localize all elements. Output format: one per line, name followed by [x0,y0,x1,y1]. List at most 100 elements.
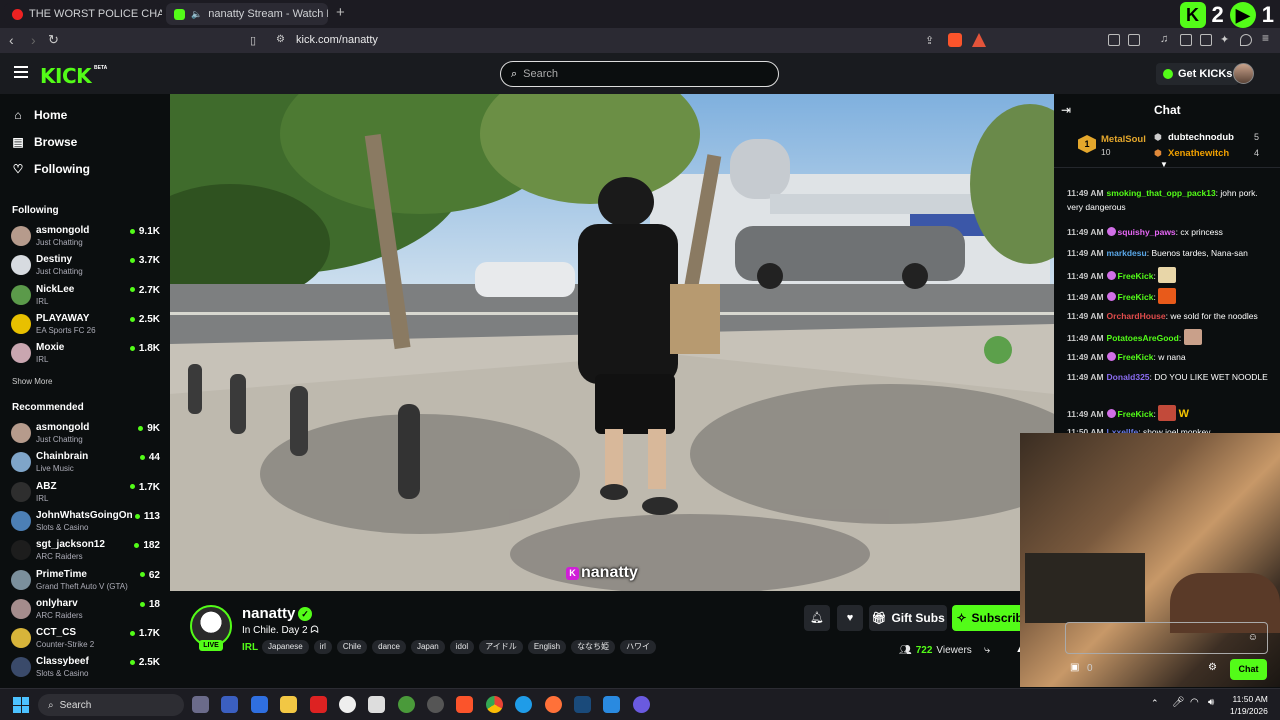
sidebar-channel[interactable]: PrimeTime Grand Theft Auto V (GTA) 62 [10,567,160,594]
gifter-name[interactable]: Xenathewitch [1168,148,1229,159]
hamburger-menu-icon[interactable] [14,66,28,78]
back-icon[interactable]: ‹ [9,32,14,48]
stream-tag[interactable]: dance [372,640,406,654]
discord-icon[interactable] [633,696,650,713]
app-icon[interactable] [251,696,268,713]
chat-message-input[interactable]: ☺ [1065,622,1268,654]
message-username[interactable]: markdesu [1107,248,1147,258]
kick-logo[interactable]: KICK [40,64,92,88]
collapse-chat-icon[interactable]: ⇥ [1061,103,1071,117]
taskbar-search[interactable]: ⌕ Search [38,694,184,716]
bookmark-icon[interactable]: ▯ [250,34,256,47]
search-input[interactable]: ⌕ Search [500,61,779,87]
app-icon[interactable] [574,696,591,713]
app-icon[interactable] [221,696,238,713]
windows-start-icon[interactable] [13,697,29,713]
chrome-icon[interactable] [486,696,503,713]
streamer-name[interactable]: nanatty [242,605,295,622]
app-icon[interactable] [398,696,415,713]
stream-tag[interactable]: English [527,640,567,654]
extensions-icon[interactable] [1108,34,1120,46]
video-player[interactable]: K nanatty [170,94,1054,591]
sidebar-channel[interactable]: asmongold Just Chatting 9.1K [10,223,160,250]
reload-icon[interactable]: ↻ [48,32,59,48]
user-avatar[interactable] [1233,63,1254,84]
stream-tag[interactable]: Chile [336,640,368,654]
share-icon[interactable]: ⤷ [984,644,990,657]
browser-tab-active[interactable]: 🔈 nanatty Stream - Watch Live o ✕ [166,3,328,25]
message-username[interactable]: FreeKick [1118,292,1154,302]
volume-icon[interactable]: 🔊︎ [1208,697,1214,708]
get-kicks-button[interactable]: Get KICKs [1156,63,1240,85]
leo-ai-icon[interactable]: ✦ [1220,33,1229,46]
new-tab-button[interactable]: + [336,4,345,21]
gifter-name[interactable]: dubtechnodub [1168,132,1234,143]
share-icon[interactable]: ⇪ [925,34,934,47]
stream-tag[interactable]: ハワイ [620,640,657,654]
sidebar-channel[interactable]: sgt_jackson12 ARC Raiders 182 [10,537,160,564]
sidebar-channel[interactable]: Chainbrain Live Music 44 [10,449,160,476]
wifi-icon[interactable]: ◠ [1190,697,1199,708]
microphone-icon[interactable]: 🎤︎ [1172,697,1185,708]
app-icon[interactable] [339,696,356,713]
taskbar-clock[interactable]: 11:50 AM 1/19/2026 [1230,693,1268,717]
stream-tag[interactable]: Japanese [262,640,309,654]
sidebar-channel[interactable]: CCT_CS Counter-Strike 2 1.7K [10,625,160,652]
stream-tag[interactable]: アイドル [479,640,523,654]
music-icon[interactable]: ♫ [1160,33,1168,45]
menu-icon[interactable]: ≡ [1262,31,1269,45]
notification-bell-button[interactable]: 🔔︎ [804,605,830,631]
sidebar-channel[interactable]: Moxie IRL 1.8K [10,340,160,367]
stream-tag[interactable]: idol [449,640,475,654]
emote-picker-icon[interactable]: ☺ [1248,632,1258,643]
kicks-wallet-icon[interactable]: ▣ [1070,662,1079,673]
send-chat-button[interactable]: Chat [1230,659,1267,680]
follow-button[interactable]: ♥ [837,605,863,631]
message-username[interactable]: OrchardHouse [1107,311,1166,321]
sidebar-item-home[interactable]: ⌂ Home [12,108,67,122]
sidebar-toggle-icon[interactable] [1180,34,1192,46]
sidebar-channel[interactable]: Classybeef Slots & Casino 2.5K [10,654,160,681]
url-field[interactable]: kick.com/nanatty [296,34,378,46]
site-settings-icon[interactable]: ⚙ [276,34,285,45]
reader-icon[interactable] [1128,34,1140,46]
brave-rewards-icon[interactable] [972,33,986,47]
vpn-icon[interactable] [1240,34,1252,46]
stream-tag[interactable]: Japan [410,640,445,654]
message-username[interactable]: FreeKick [1118,409,1154,419]
stream-tag[interactable]: ななち姫 [571,640,616,654]
sidebar-item-browse[interactable]: ▤ Browse [12,135,77,149]
message-username[interactable]: smoking_that_opp_pack13 [1107,188,1216,198]
play-extension-icon[interactable]: ▶ [1229,2,1256,28]
gift-subs-button[interactable]: 🎁︎ Gift Subs [869,605,947,631]
message-username[interactable]: FreeKick [1118,271,1154,281]
sidebar-channel[interactable]: ABZ IRL 1.7K [10,479,160,506]
wallet-icon[interactable] [1200,34,1212,46]
sidebar-channel[interactable]: onlyharv ARC Raiders 18 [10,596,160,623]
show-more-link[interactable]: Show More [12,377,52,386]
file-explorer-icon[interactable] [280,696,297,713]
stream-category[interactable]: IRL [242,642,258,653]
sidebar-item-following[interactable]: ♡ Following [12,162,90,176]
brave-browser-icon[interactable] [456,696,473,713]
stream-tag[interactable]: irl [313,640,332,654]
firefox-icon[interactable] [545,696,562,713]
app-icon[interactable] [368,696,385,713]
message-username[interactable]: squishy_paws [1118,227,1176,237]
brave-shield-icon[interactable] [948,33,962,47]
taskview-icon[interactable] [192,696,209,713]
browser-tab[interactable]: THE WORST POLICE CHASE I'VE EVE [4,3,162,25]
sidebar-channel[interactable]: JohnWhatsGoingOn Slots & Casino 113 [10,508,160,535]
message-username[interactable]: FreeKick [1118,352,1154,362]
sidebar-channel[interactable]: PLAYAWAY EA Sports FC 26 2.5K [10,311,160,338]
expand-gifters-icon[interactable]: ▼ [1160,160,1168,169]
gifter-name[interactable]: MetalSoul [1101,134,1146,145]
chat-settings-icon[interactable]: ⚙ [1208,662,1217,673]
edge-icon[interactable] [515,696,532,713]
message-username[interactable]: PotatoesAreGood [1107,333,1179,343]
sidebar-channel[interactable]: Destiny Just Chatting 3.7K [10,252,160,279]
app-icon[interactable] [427,696,444,713]
app-icon[interactable] [310,696,327,713]
vscode-icon[interactable] [603,696,620,713]
message-username[interactable]: Donald325 [1107,372,1150,382]
